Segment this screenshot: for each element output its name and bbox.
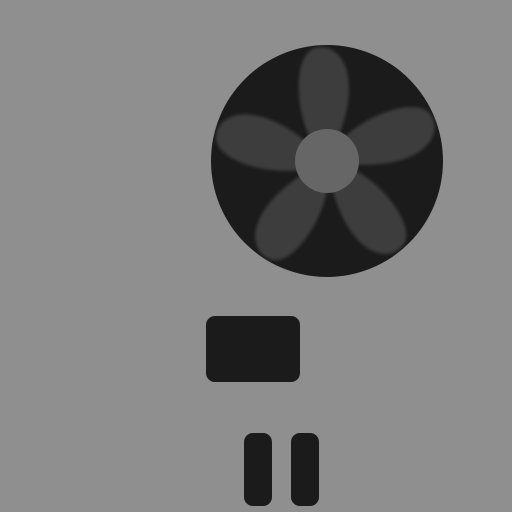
fan-hub (295, 129, 359, 193)
fan-graphic (211, 45, 443, 277)
slot-right (291, 433, 319, 506)
scene-canvas (0, 0, 512, 512)
dark-block (206, 316, 300, 382)
slot-left (244, 433, 272, 506)
fan-icon (210, 44, 444, 278)
